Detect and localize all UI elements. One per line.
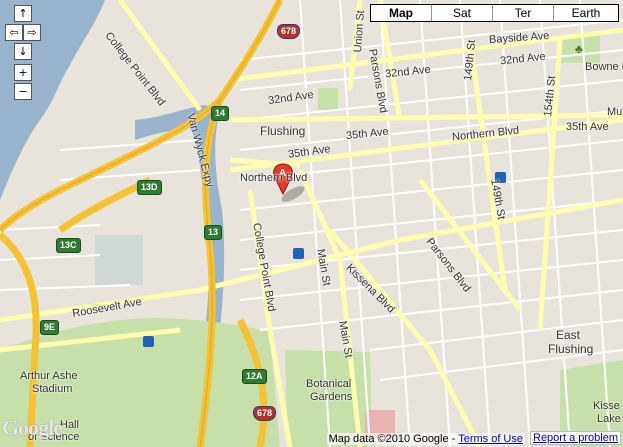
park-icon: ♣: [575, 42, 583, 56]
route-13d-shield: 13D: [137, 180, 162, 195]
label-northern-blvd: Northern Blvd: [240, 172, 308, 184]
label-35th-ave: 35th Ave: [566, 121, 609, 133]
map-view[interactable]: ♣ A College Point Blvd Northern Blvd Nor…: [0, 0, 623, 447]
label-arthur-ashe: Arthur Ashe: [20, 370, 78, 382]
map-type-map-button[interactable]: Map: [371, 5, 431, 21]
interstate-678-shield: 678: [277, 24, 301, 39]
label-hall: Hall: [60, 419, 79, 431]
route-13c-shield: 13C: [56, 238, 81, 253]
label-gardens: Gardens: [310, 391, 353, 403]
label-lake: Lake: [597, 413, 621, 425]
route-9e-shield: 9E: [40, 320, 60, 335]
map-data-attribution: Map data ©2010 Google - Terms of Use: [326, 433, 525, 445]
pan-down-button[interactable]: ↓: [14, 43, 32, 60]
map-type-sat-button[interactable]: Sat: [431, 5, 492, 21]
label-east: East: [556, 328, 581, 342]
pan-up-button[interactable]: ↑: [14, 5, 32, 22]
route-14-shield: 14: [211, 106, 230, 121]
label-kissena-lake: Kisse: [593, 400, 620, 412]
label-bowne-park: Bowne Park: [585, 61, 623, 73]
small-park-2: [95, 235, 143, 285]
label-stadium: Stadium: [32, 383, 73, 395]
terms-of-use-link[interactable]: Terms of Use: [458, 433, 523, 445]
report-problem-link[interactable]: Report a problem: [530, 431, 621, 445]
map-type-control: Map Sat Ter Earth: [370, 4, 619, 22]
pan-right-button[interactable]: ⇨: [23, 24, 41, 41]
route-12a-shield: 12A: [242, 369, 267, 384]
route-13-shield: 13: [204, 225, 223, 240]
zoom-in-button[interactable]: +: [14, 64, 32, 81]
map-data-text: Map data ©2010 Google -: [328, 433, 459, 445]
map-footer: Map data ©2010 Google - Terms of Use Rep…: [0, 431, 623, 447]
label-mu: Mu: [607, 106, 623, 118]
map-type-earth-button[interactable]: Earth: [553, 5, 618, 21]
pan-left-button[interactable]: ⇦: [5, 24, 23, 41]
small-park-1: [318, 88, 338, 110]
map-type-ter-button[interactable]: Ter: [492, 5, 553, 21]
label-flushing-east: Flushing: [548, 342, 594, 356]
zoom-out-button[interactable]: −: [14, 83, 32, 100]
label-flushing: Flushing: [260, 124, 306, 138]
interstate-678-shield: 678: [253, 406, 277, 421]
label-botanical: Botanical: [306, 378, 352, 390]
